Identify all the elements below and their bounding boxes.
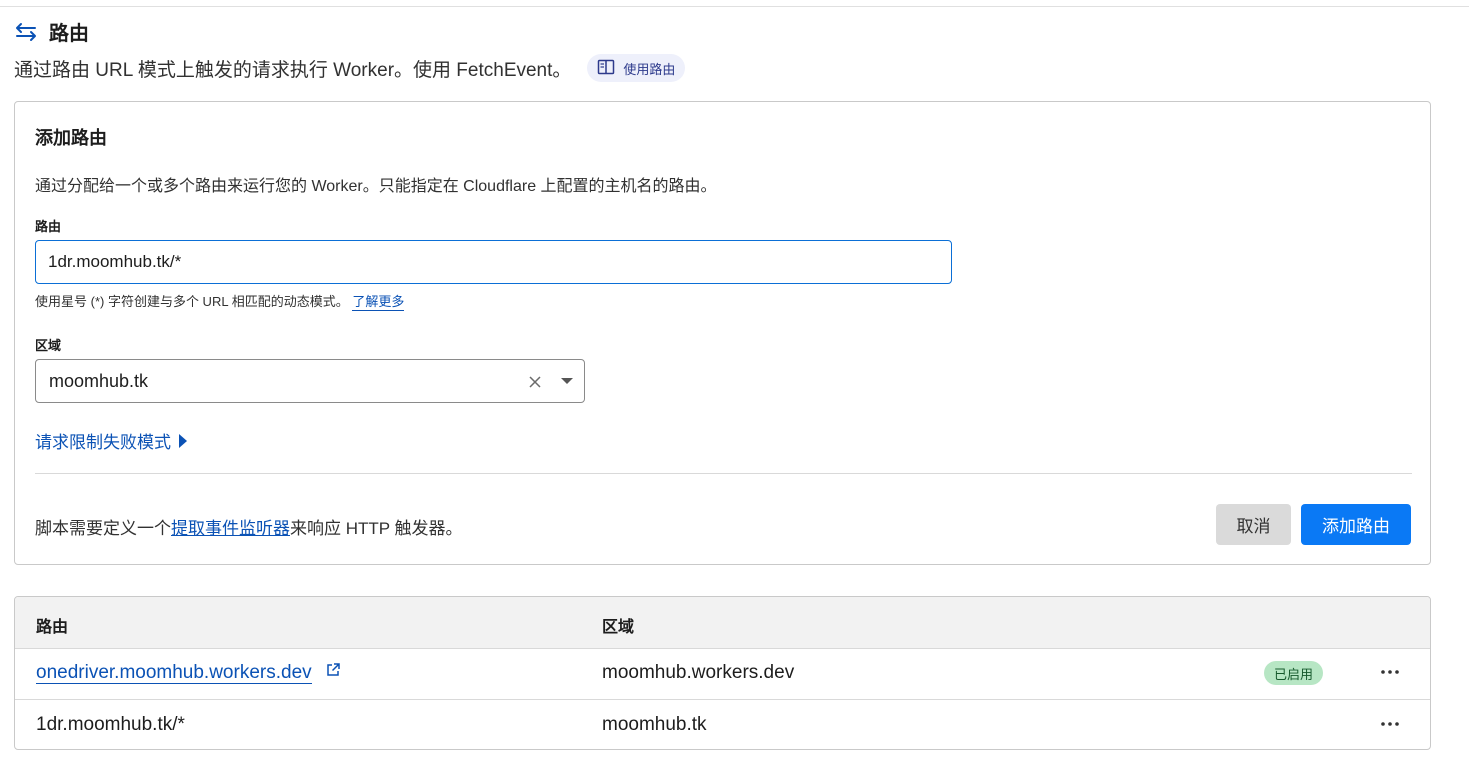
- add-route-card: 添加路由 通过分配给一个或多个路由来运行您的 Worker。只能指定在 Clou…: [14, 101, 1431, 565]
- section-title: 路由: [49, 23, 89, 45]
- rate-limit-toggle-label: 请求限制失败模式: [35, 433, 171, 452]
- chevron-down-icon[interactable]: [561, 378, 573, 384]
- card-divider: [35, 473, 1412, 474]
- status-badge: 已启用: [1264, 661, 1324, 685]
- external-link-icon[interactable]: [325, 662, 341, 684]
- fetch-event-listener-link[interactable]: 提取事件监听器: [171, 519, 290, 538]
- route-helper-text: 使用星号 (*) 字符创建与多个 URL 相匹配的动态模式。 了解更多: [35, 291, 405, 311]
- arrows-swap-icon: [15, 22, 37, 42]
- column-header-route: 路由: [36, 619, 69, 636]
- route-cell: 1dr.moomhub.tk/*: [36, 714, 185, 735]
- book-icon: [597, 59, 615, 78]
- table-row: 1dr.moomhub.tk/* moomhub.tk: [15, 699, 1430, 749]
- zone-select-value: moomhub.tk: [49, 370, 149, 391]
- zone-select[interactable]: moomhub.tk: [35, 359, 585, 403]
- route-link[interactable]: onedriver.moomhub.workers.dev: [36, 662, 312, 685]
- caret-right-icon: [179, 433, 187, 448]
- footer-suffix: 来响应 HTTP 触发器。: [290, 519, 463, 538]
- rate-limit-fail-mode-toggle[interactable]: 请求限制失败模式: [35, 428, 187, 453]
- table-row: onedriver.moomhub.workers.dev moomhub.wo…: [15, 648, 1430, 699]
- column-header-zone: 区域: [602, 619, 635, 636]
- doc-pill-label: 使用路由: [623, 61, 676, 77]
- helper-text: 使用星号 (*) 字符创建与多个 URL 相匹配的动态模式。: [35, 294, 349, 309]
- card-footer-text: 脚本需要定义一个提取事件监听器来响应 HTTP 触发器。: [35, 514, 463, 539]
- route-field-label: 路由: [35, 219, 62, 234]
- footer-prefix: 脚本需要定义一个: [35, 519, 171, 538]
- zone-cell: moomhub.workers.dev: [602, 662, 795, 683]
- table-header: 路由 区域: [15, 597, 1430, 649]
- clear-icon[interactable]: [528, 373, 542, 394]
- add-route-button[interactable]: 添加路由: [1301, 504, 1411, 545]
- zone-cell: moomhub.tk: [602, 714, 707, 735]
- card-description: 通过分配给一个或多个路由来运行您的 Worker。只能指定在 Cloudflar…: [35, 178, 717, 195]
- top-divider: [0, 6, 1469, 7]
- more-actions-icon[interactable]: [1379, 712, 1401, 736]
- route-input[interactable]: [35, 240, 952, 284]
- section-description: 通过路由 URL 模式上触发的请求执行 Worker。使用 FetchEvent…: [14, 54, 686, 82]
- routes-table: 路由 区域 onedriver.moomhub.workers.dev moom…: [14, 596, 1431, 750]
- use-routes-doc-link[interactable]: 使用路由: [587, 54, 686, 82]
- route-cell: onedriver.moomhub.workers.dev: [36, 662, 341, 685]
- more-actions-icon[interactable]: [1379, 660, 1401, 684]
- section-header: 路由: [15, 17, 89, 46]
- section-description-text: 通过路由 URL 模式上触发的请求执行 Worker。使用 FetchEvent…: [14, 59, 572, 81]
- zone-field-label: 区域: [35, 338, 62, 353]
- card-title: 添加路由: [35, 128, 107, 148]
- cancel-button[interactable]: 取消: [1216, 504, 1291, 545]
- learn-more-link[interactable]: 了解更多: [352, 294, 405, 311]
